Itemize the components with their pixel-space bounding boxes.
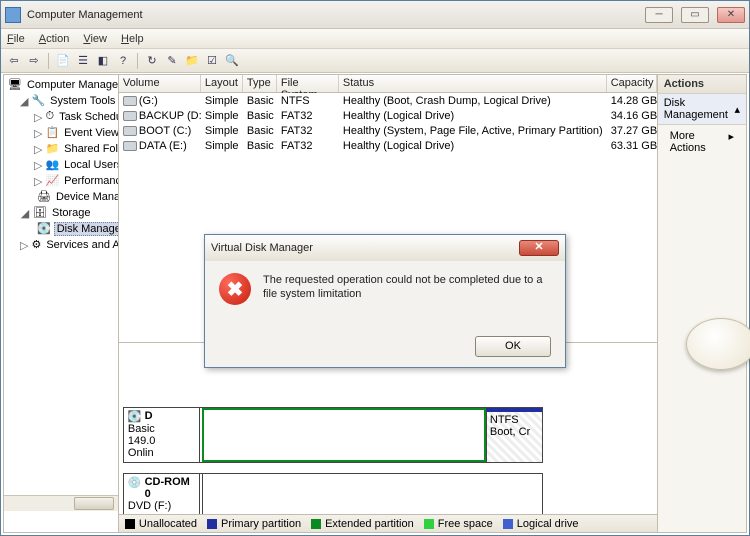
- col-file-system[interactable]: File System: [277, 75, 339, 92]
- up-button[interactable]: 📄: [54, 52, 72, 70]
- volume-list[interactable]: (G:)SimpleBasicNTFSHealthy (Boot, Crash …: [119, 93, 657, 153]
- window-title: Computer Management: [27, 9, 645, 21]
- toolbar: ⇦ ⇨ 📄 ☰ ◧ ? ↻ ✎ 📁 ☑ 🔍: [1, 49, 749, 73]
- folder-icon: 📁: [45, 142, 59, 156]
- actions-pane: Actions Disk Management▴ More Actions▸: [657, 74, 747, 533]
- error-dialog: Virtual Disk Manager ✕ ✖ The requested o…: [204, 234, 566, 368]
- show-hide-tree-button[interactable]: ☰: [74, 52, 92, 70]
- users-icon: 👥: [45, 158, 59, 172]
- dialog-close-button[interactable]: ✕: [519, 240, 559, 256]
- tree-services-apps[interactable]: ▷⚙Services and Applications: [6, 237, 116, 253]
- tree-root[interactable]: 🖥Computer Management (Local: [6, 77, 116, 93]
- dialog-titlebar[interactable]: Virtual Disk Manager ✕: [205, 235, 565, 261]
- drive-icon: [123, 141, 137, 151]
- disk-0-info: 💽D Basic 149.0 Onlin: [124, 408, 200, 462]
- tree-scrollbar[interactable]: [4, 495, 118, 511]
- tool-icon-2[interactable]: 📁: [183, 52, 201, 70]
- clock-icon: ⏱: [45, 110, 54, 124]
- swatch-primary: [207, 519, 217, 529]
- volume-list-header: Volume Layout Type File System Status Ca…: [119, 75, 657, 93]
- menu-file[interactable]: File: [7, 33, 25, 45]
- chevron-right-icon: ▸: [728, 130, 734, 154]
- disk-icon: 💽: [128, 410, 142, 423]
- tools-icon: 🔧: [31, 94, 45, 108]
- volume-row[interactable]: BOOT (C:)SimpleBasicFAT32Healthy (System…: [119, 123, 657, 138]
- disk-graphical-view[interactable]: 💽D Basic 149.0 Onlin NTFS Boot, Cr: [119, 342, 657, 532]
- expand-icon[interactable]: ▷: [34, 159, 42, 172]
- tree-local-users[interactable]: ▷👥Local Users and Groups: [6, 157, 116, 173]
- event-icon: 📋: [45, 126, 59, 140]
- tree-device-manager[interactable]: 🖨Device Manager: [6, 189, 116, 205]
- drive-icon: [123, 126, 137, 136]
- drive-icon: [123, 111, 137, 121]
- partition-ntfs[interactable]: NTFS Boot, Cr: [486, 408, 542, 462]
- services-icon: ⚙: [31, 238, 41, 252]
- ok-button[interactable]: OK: [475, 336, 551, 357]
- tree-storage[interactable]: ◢🗄Storage: [6, 205, 116, 221]
- tool-icon[interactable]: ✎: [163, 52, 181, 70]
- desktop-gadget[interactable]: [686, 318, 750, 370]
- tree-task-scheduler[interactable]: ▷⏱Task Scheduler: [6, 109, 116, 125]
- disk-0-block[interactable]: 💽D Basic 149.0 Onlin NTFS Boot, Cr: [123, 407, 543, 463]
- volume-row[interactable]: (G:)SimpleBasicNTFSHealthy (Boot, Crash …: [119, 93, 657, 108]
- minimize-button[interactable]: ─: [645, 7, 673, 23]
- col-status[interactable]: Status: [339, 75, 607, 92]
- expand-icon[interactable]: ▷: [34, 143, 42, 156]
- col-type[interactable]: Type: [243, 75, 277, 92]
- col-capacity[interactable]: Capacity: [607, 75, 657, 92]
- dialog-message: The requested operation could not be com…: [263, 273, 551, 305]
- actions-disk-management[interactable]: Disk Management▴: [658, 94, 746, 125]
- swatch-logical: [503, 519, 513, 529]
- disk-icon: 💽: [37, 222, 51, 236]
- volume-row[interactable]: DATA (E:)SimpleBasicFAT32Healthy (Logica…: [119, 138, 657, 153]
- error-icon: ✖: [219, 273, 251, 305]
- expand-icon[interactable]: ▷: [34, 127, 42, 140]
- titlebar[interactable]: Computer Management ─ ▭ ✕: [1, 1, 749, 29]
- perf-icon: 📈: [45, 174, 59, 188]
- tree-pane[interactable]: 🖥Computer Management (Local ◢🔧System Too…: [3, 74, 119, 533]
- tool-icon-4[interactable]: 🔍: [223, 52, 241, 70]
- maximize-button[interactable]: ▭: [681, 7, 709, 23]
- swatch-extended: [311, 519, 321, 529]
- refresh-button[interactable]: ↻: [143, 52, 161, 70]
- tree-system-tools[interactable]: ◢🔧System Tools: [6, 93, 116, 109]
- back-button[interactable]: ⇦: [5, 52, 23, 70]
- help-button[interactable]: ?: [114, 52, 132, 70]
- expand-icon[interactable]: ▷: [34, 175, 42, 188]
- tool-icon-3[interactable]: ☑: [203, 52, 221, 70]
- triangle-up-icon: ▴: [734, 103, 740, 116]
- expand-icon[interactable]: ▷: [34, 111, 42, 124]
- legend: Unallocated Primary partition Extended p…: [119, 514, 657, 532]
- forward-button[interactable]: ⇨: [25, 52, 43, 70]
- swatch-unallocated: [125, 519, 135, 529]
- menu-help[interactable]: Help: [121, 33, 144, 45]
- properties-button[interactable]: ◧: [94, 52, 112, 70]
- computer-icon: 🖥: [8, 78, 22, 92]
- close-button[interactable]: ✕: [717, 7, 745, 23]
- scrollbar-thumb[interactable]: [74, 497, 114, 510]
- volume-row[interactable]: BACKUP (D:)SimpleBasicFAT32Healthy (Logi…: [119, 108, 657, 123]
- cdrom-icon: 💿: [128, 476, 142, 500]
- tree-shared-folders[interactable]: ▷📁Shared Folders: [6, 141, 116, 157]
- drive-icon: [123, 96, 137, 106]
- expand-icon[interactable]: ▷: [20, 239, 28, 252]
- dialog-title: Virtual Disk Manager: [211, 242, 519, 254]
- tree-performance[interactable]: ▷📈Performance: [6, 173, 116, 189]
- partition-extended[interactable]: [202, 408, 486, 462]
- actions-header: Actions: [658, 75, 746, 94]
- col-volume[interactable]: Volume: [119, 75, 201, 92]
- device-icon: 🖨: [37, 190, 51, 204]
- menubar: File Action View Help: [1, 29, 749, 49]
- app-icon: [5, 7, 21, 23]
- collapse-icon[interactable]: ◢: [20, 207, 30, 220]
- collapse-icon[interactable]: ◢: [20, 95, 28, 108]
- storage-icon: 🗄: [33, 206, 47, 220]
- col-layout[interactable]: Layout: [201, 75, 243, 92]
- swatch-free: [424, 519, 434, 529]
- menu-action[interactable]: Action: [39, 33, 70, 45]
- tree-disk-management[interactable]: 💽Disk Management: [6, 221, 116, 237]
- tree-event-viewer[interactable]: ▷📋Event Viewer: [6, 125, 116, 141]
- menu-view[interactable]: View: [83, 33, 107, 45]
- actions-more[interactable]: More Actions▸: [658, 125, 746, 159]
